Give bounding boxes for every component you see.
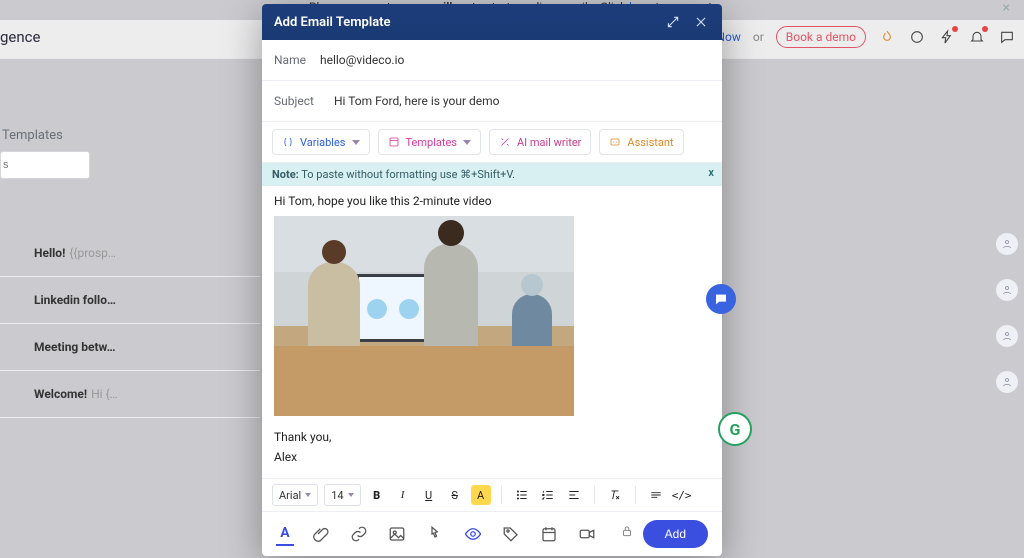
row-user-icon: [996, 325, 1018, 347]
banner-close-icon[interactable]: ×: [1003, 0, 1010, 16]
refresh-icon[interactable]: [908, 28, 926, 46]
embedded-video-thumbnail[interactable]: [274, 216, 574, 416]
close-icon[interactable]: [692, 13, 710, 31]
grammarly-fab[interactable]: G: [718, 412, 752, 446]
templates-search-input[interactable]: [0, 151, 90, 179]
assistant-button[interactable]: Assistant: [599, 129, 683, 155]
row-user-icon: [996, 233, 1018, 255]
strikethrough-icon[interactable]: S: [445, 485, 465, 505]
modal-bottom-bar: A Add: [262, 512, 722, 556]
clear-format-icon[interactable]: [605, 485, 625, 505]
text-style-button[interactable]: A: [276, 522, 294, 546]
name-field-row: Name hello@videco.io: [262, 40, 722, 81]
chevron-down-icon: [463, 140, 471, 145]
eye-icon[interactable]: [462, 523, 484, 545]
variables-dropdown[interactable]: Variables: [272, 129, 370, 155]
signoff-2: Alex: [274, 450, 710, 464]
lightning-icon[interactable]: [938, 28, 956, 46]
email-body-editor[interactable]: Hi Tom, hope you like this 2-minute vide…: [262, 186, 722, 478]
quote-icon[interactable]: [646, 485, 666, 505]
name-label: Name: [274, 53, 320, 67]
font-family-select[interactable]: Arial: [272, 484, 318, 506]
expand-icon[interactable]: [664, 13, 682, 31]
subject-label: Subject: [274, 94, 320, 108]
font-size-select[interactable]: 14: [324, 484, 360, 506]
modal-titlebar: Add Email Template: [262, 4, 722, 40]
add-email-template-modal: Add Email Template Name hello@videco.io …: [262, 4, 722, 556]
brand-fragment: gence: [0, 28, 40, 46]
note-close-icon[interactable]: x: [708, 166, 714, 179]
name-value[interactable]: hello@videco.io: [320, 53, 404, 67]
chat-icon[interactable]: [998, 28, 1016, 46]
modal-tool-row: Variables Templates AI mail writer Assis…: [262, 122, 722, 163]
video-icon[interactable]: [576, 523, 598, 545]
bell-icon[interactable]: [968, 28, 986, 46]
flame-icon[interactable]: [878, 28, 896, 46]
image-icon[interactable]: [386, 523, 408, 545]
link-icon[interactable]: [348, 523, 370, 545]
rich-text-toolbar: Arial 14 B I U S A </>: [262, 478, 722, 512]
signoff-1: Thank you,: [274, 430, 710, 444]
subject-value[interactable]: Hi Tom Ford, here is your demo: [334, 94, 500, 108]
add-button[interactable]: Add: [643, 520, 708, 548]
subject-field-row: Subject Hi Tom Ford, here is your demo: [262, 81, 722, 122]
underline-icon[interactable]: U: [419, 485, 439, 505]
chat-fab[interactable]: [706, 284, 736, 314]
tag-icon[interactable]: [500, 523, 522, 545]
templates-section: Templates: [0, 120, 260, 179]
chevron-down-icon: [348, 493, 354, 497]
code-icon[interactable]: </>: [672, 485, 692, 505]
calendar-icon[interactable]: [538, 523, 560, 545]
ai-mail-writer-button[interactable]: AI mail writer: [489, 129, 591, 155]
pointer-icon[interactable]: [424, 523, 446, 545]
template-row[interactable]: Linkedin follo…: [0, 277, 260, 324]
lock-icon[interactable]: [620, 524, 634, 542]
row-user-icon: [996, 279, 1018, 301]
chevron-down-icon: [352, 140, 360, 145]
book-demo-button[interactable]: Book a demo: [776, 26, 866, 48]
template-row[interactable]: Welcome!Hi {…: [0, 371, 260, 418]
body-line-1: Hi Tom, hope you like this 2-minute vide…: [274, 194, 710, 208]
row-user-icon: [996, 371, 1018, 393]
bullet-list-icon[interactable]: [512, 485, 532, 505]
templates-heading: Templates: [0, 120, 260, 151]
modal-title: Add Email Template: [274, 15, 391, 30]
templates-dropdown[interactable]: Templates: [378, 129, 481, 155]
numbered-list-icon[interactable]: [538, 485, 558, 505]
highlight-icon[interactable]: A: [471, 485, 491, 505]
or-text: or: [753, 30, 764, 44]
align-icon[interactable]: [564, 485, 584, 505]
italic-icon[interactable]: I: [393, 485, 413, 505]
paste-note: Note: To paste without formatting use ⌘+…: [262, 163, 722, 186]
template-row[interactable]: Hello!{{prosp…: [0, 230, 260, 277]
bold-icon[interactable]: B: [367, 485, 387, 505]
template-row[interactable]: Meeting betw…: [0, 324, 260, 371]
chevron-down-icon: [305, 493, 311, 497]
attachment-icon[interactable]: [310, 523, 332, 545]
